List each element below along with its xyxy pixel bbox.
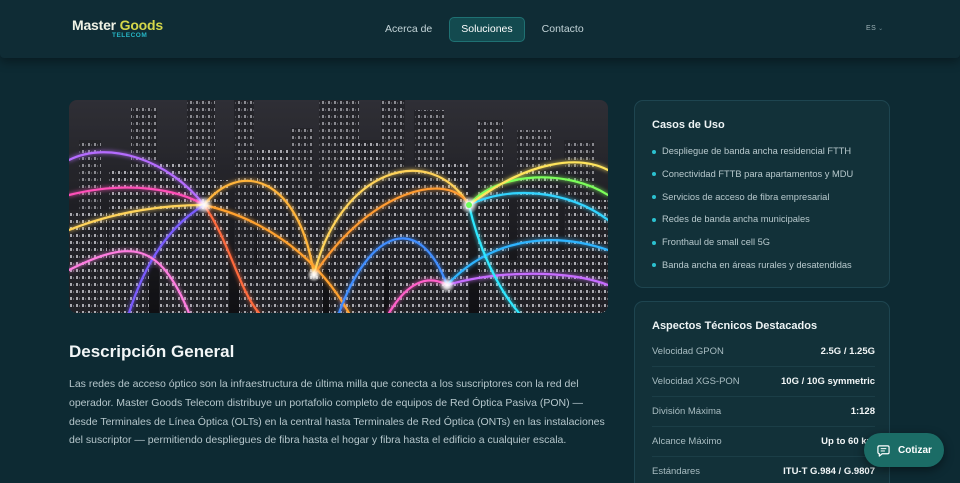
brand-name-part2: Goods: [119, 17, 164, 33]
spec-value: 1:128: [850, 406, 875, 417]
spec-label: Estándares: [652, 466, 701, 477]
use-case-label: Despliegue de banda ancha residencial FT…: [662, 146, 852, 156]
spec-row: Alcance Máximo Up to 60 km: [652, 427, 875, 457]
spec-row: Velocidad GPON 2.5G / 1.25G: [652, 337, 875, 367]
chat-icon: [877, 444, 890, 457]
spec-value: 10G / 10G symmetric: [781, 376, 875, 387]
brand-name: Master Goods: [72, 17, 163, 33]
nav-item-contact[interactable]: Contacto: [531, 17, 595, 42]
use-case-label: Redes de banda ancha municipales: [662, 214, 810, 225]
main-nav: Acerca de Soluciones Contacto: [374, 17, 595, 42]
use-case-label: Conectividad FTTB para apartamentos y MD…: [662, 168, 854, 179]
spec-label: Velocidad XGS-PON: [652, 376, 740, 387]
city-network-illustration: [69, 100, 608, 313]
spec-row: Velocidad XGS-PON 10G / 10G symmetric: [652, 367, 875, 397]
bullet-icon: [652, 149, 656, 154]
overview-text: Las redes de acceso óptico son la infrae…: [69, 378, 605, 447]
language-selector[interactable]: ES ⌄: [866, 25, 884, 32]
list-item: Redes de banda ancha municipales: [652, 213, 853, 236]
list-item: Despliegue de banda ancha residencial FT…: [652, 145, 853, 168]
use-cases-list: Despliegue de banda ancha residencial FT…: [652, 145, 853, 282]
quote-button-label: Cotizar: [898, 444, 932, 456]
nav-item-solutions[interactable]: Soluciones: [449, 17, 525, 42]
bullet-icon: [652, 263, 656, 268]
language-code: ES: [866, 25, 877, 32]
spec-label: Velocidad GPON: [652, 346, 724, 357]
bullet-icon: [652, 195, 656, 200]
brand-name-part1: Master: [72, 17, 120, 33]
spec-row: Estándares ITU-T G.984 / G.9807: [652, 457, 875, 483]
spec-value: 2.5G / 1.25G: [820, 346, 875, 357]
bullet-icon: [652, 240, 656, 245]
overview-title: Descripción General: [69, 342, 235, 361]
use-case-label: Fronthaul de small cell 5G: [662, 237, 770, 248]
list-item: Conectividad FTTB para apartamentos y MD…: [652, 168, 853, 191]
spec-label: Alcance Máximo: [652, 436, 722, 447]
list-item: Fronthaul de small cell 5G: [652, 236, 853, 259]
spec-value: ITU-T G.984 / G.9807: [783, 466, 875, 477]
use-cases-card: Casos de Uso Despliegue de banda ancha r…: [634, 100, 890, 288]
tech-highlights-card: Aspectos Técnicos Destacados Velocidad G…: [634, 301, 890, 483]
brand-subtitle: TELECOM: [112, 32, 148, 39]
nav-item-about[interactable]: Acerca de: [374, 17, 443, 42]
tech-highlights-title: Aspectos Técnicos Destacados: [652, 320, 818, 332]
use-case-label: Servicios de acceso de fibra empresarial: [662, 191, 830, 202]
hero-image: [69, 100, 608, 313]
brand-logo[interactable]: Master Goods TELECOM: [72, 17, 163, 39]
use-case-label: Banda ancha en áreas rurales y desatendi…: [662, 259, 852, 270]
bullet-icon: [652, 172, 656, 177]
chevron-down-icon: ⌄: [878, 26, 884, 32]
quote-button[interactable]: Cotizar: [864, 433, 944, 467]
spec-row: División Máxima 1:128: [652, 397, 875, 427]
use-cases-title: Casos de Uso: [652, 119, 725, 131]
list-item: Servicios de acceso de fibra empresarial: [652, 191, 853, 214]
bullet-icon: [652, 217, 656, 222]
spec-label: División Máxima: [652, 406, 722, 417]
list-item: Banda ancha en áreas rurales y desatendi…: [652, 259, 853, 282]
site-header: Master Goods TELECOM Acerca de Solucione…: [0, 0, 960, 58]
